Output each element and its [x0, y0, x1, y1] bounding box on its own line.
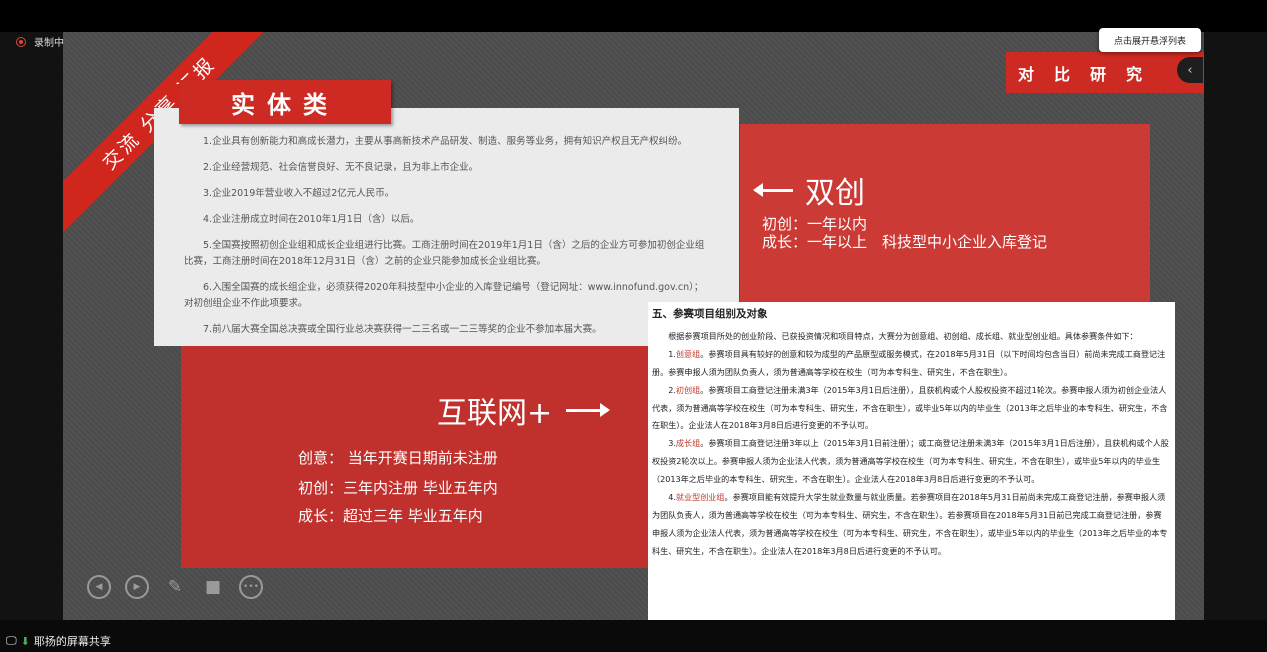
internet-heading: 互联网+: [437, 396, 553, 431]
doc-item-number: 3.: [668, 438, 676, 449]
screen-share-icon: 🖵: [6, 634, 17, 647]
doc-item-group-name: 初创组: [675, 384, 701, 395]
left-strip: [0, 32, 63, 620]
entity-requirements-list: 1.企业具有创新能力和高成长潜力，主要从事高新技术产品研发、制造、服务等业务，拥…: [184, 134, 711, 338]
internet-line-2: 初创：三年内注册 毕业五年内: [298, 479, 498, 497]
right-strip: [1204, 32, 1267, 620]
internet-line-1: 创意： 当年开赛日期前未注册: [298, 449, 498, 467]
doc-item-text: 。参赛项目工商登记注册3年以上（2015年3月1日前注册）；或工商登记注册未满3…: [652, 438, 1169, 485]
internet-plus-panel: [181, 322, 651, 568]
doc-item-group-name: 创意组: [675, 348, 701, 359]
doc-heading: 五、参赛项目组别及对象: [652, 308, 768, 320]
record-icon: [16, 36, 26, 47]
chevron-left-icon[interactable]: ‹: [1177, 57, 1203, 83]
shuangchuang-line-2: 成长：一年以上 科技型中小企业入库登记: [762, 233, 1048, 251]
slide-controls: ◀ ▶ ✎ ■ •••: [87, 575, 263, 599]
bottom-bar: [0, 620, 1267, 652]
entity-requirement-item: 5.全国赛按照初创企业组和成长企业组进行比赛。工商注册时间在2019年1月1日（…: [184, 240, 705, 267]
entity-requirement-item: 3.企业2019年营业收入不超过2亿元人民币。: [203, 188, 395, 199]
compare-study-label: 对比研究: [1006, 52, 1204, 93]
top-bar: [0, 0, 1267, 32]
entity-requirement-item: 7.前八届大赛全国总决赛或全国行业总决赛获得一二三名或一二三等奖的企业不参加本届…: [203, 324, 602, 335]
expand-float-list-tooltip[interactable]: 点击展开悬浮列表: [1099, 28, 1201, 52]
internet-line-3: 成长：超过三年 毕业五年内: [298, 507, 483, 525]
entity-requirement-item: 1.企业具有创新能力和高成长潜力，主要从事高新技术产品研发、制造、服务等业务，拥…: [203, 136, 688, 147]
prev-slide-button[interactable]: ◀: [87, 575, 111, 599]
more-button[interactable]: •••: [239, 575, 263, 599]
presentation-slide: 交流 分享 汇报 1.企业具有创新能力和高成长潜力，主要从事高新技术产品研发、制…: [63, 32, 1204, 620]
doc-item-group-name: 就业型创业组: [675, 492, 725, 503]
competition-groups-document: 五、参赛项目组别及对象 根据参赛项目所处的创业阶段、已获投资情况和项目特点，大赛…: [648, 302, 1175, 620]
doc-item: 4.就业型创业组。参赛项目能有效提升大学生就业数量与就业质量。若参赛项目在201…: [652, 489, 1169, 561]
doc-intro: 根据参赛项目所处的创业阶段、已获投资情况和项目特点，大赛分为创意组、初创组、成长…: [668, 330, 1138, 341]
doc-item: 3.成长组。参赛项目工商登记注册3年以上（2015年3月1日前注册）；或工商登记…: [652, 435, 1169, 489]
entity-requirement-item: 4.企业注册成立时间在2010年1月1日（含）以后。: [203, 214, 420, 225]
microphone-icon: ⬇: [20, 634, 30, 648]
entity-requirement-item: 2.企业经营规范、社会信誉良好、无不良记录，且为非上市企业。: [203, 162, 479, 173]
doc-item-group-name: 成长组: [675, 438, 701, 449]
doc-item-number: 4.: [668, 492, 676, 503]
doc-item-text: 。参赛项目具有较好的创意和较为成型的产品原型或服务模式，在2018年5月31日（…: [652, 348, 1166, 377]
doc-item: 2.初创组。参赛项目工商登记注册未满3年（2015年3月1日后注册），且获机构或…: [652, 382, 1169, 436]
doc-item-text: 。参赛项目能有效提升大学生就业数量与就业质量。若参赛项目在2018年5月31日前…: [652, 492, 1168, 556]
doc-item-number: 2.: [668, 384, 676, 395]
shuangchuang-heading-row: 双创: [753, 168, 865, 212]
entity-requirement-item: 6.入围全国赛的成长组企业，必须获得2020年科技型中小企业的入库登记编号（登记…: [184, 282, 704, 309]
shuangchuang-heading: 双创: [805, 176, 865, 211]
pen-button[interactable]: ✎: [163, 575, 187, 599]
screen-share-label: 耶扬的屏幕共享: [33, 635, 111, 648]
doc-item-number: 1.: [668, 348, 676, 359]
recording-indicator[interactable]: 录制中: [16, 34, 64, 49]
left-arrow-icon: [753, 182, 793, 197]
right-arrow-icon: [566, 402, 611, 417]
doc-items: 1.创意组。参赛项目具有较好的创意和较为成型的产品原型或服务模式，在2018年5…: [652, 346, 1169, 561]
recording-label: 录制中: [34, 38, 64, 49]
doc-item-text: 。参赛项目工商登记注册未满3年（2015年3月1日后注册），且获机构或个人股权投…: [652, 384, 1168, 431]
internet-heading-row: 互联网+: [437, 388, 611, 432]
camera-button[interactable]: ■: [201, 575, 225, 599]
screen-share-status[interactable]: 🖵 ⬇ 耶扬的屏幕共享: [6, 633, 111, 649]
doc-item: 1.创意组。参赛项目具有较好的创意和较为成型的产品原型或服务模式，在2018年5…: [652, 346, 1169, 382]
next-slide-button[interactable]: ▶: [125, 575, 149, 599]
slide-title: 实体类: [179, 80, 391, 124]
